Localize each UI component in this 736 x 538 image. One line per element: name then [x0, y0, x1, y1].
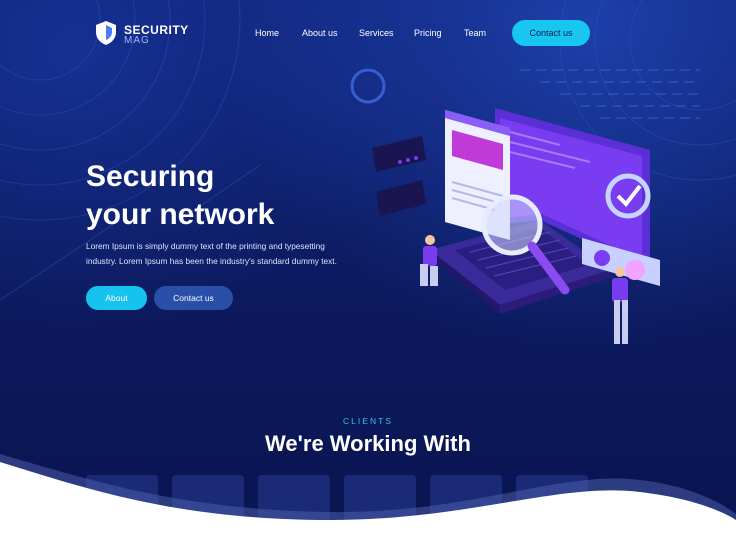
nav-team[interactable]: Team — [464, 28, 486, 38]
hero-description: Lorem Ipsum is simply dummy text of the … — [86, 241, 337, 266]
bottom-wave — [0, 454, 736, 538]
hero-title-line-2: your network — [86, 198, 275, 231]
person-seated — [420, 235, 438, 286]
nav-pricing[interactable]: Pricing — [414, 28, 442, 38]
person-standing — [612, 267, 628, 344]
nav-services[interactable]: Services — [359, 28, 394, 38]
hero-title: Securing your network — [86, 158, 366, 234]
brand-logo[interactable]: SECURITY MAG — [94, 20, 194, 48]
hero-title-line-1: Securing — [86, 160, 215, 193]
nav-about-us[interactable]: About us — [302, 28, 338, 38]
header-contact-button[interactable]: Contact us — [512, 20, 590, 46]
about-button[interactable]: About — [86, 286, 147, 310]
nav-home[interactable]: Home — [255, 28, 279, 38]
clients-eyebrow: CLIENTS — [343, 416, 393, 426]
contact-button[interactable]: Contact us — [154, 286, 233, 310]
security-illustration — [372, 108, 660, 344]
brand-subname: MAG — [124, 35, 150, 46]
shield-logo-icon — [96, 21, 116, 45]
landing-page: SECURITY MAG Home About us Services Pric… — [0, 0, 736, 538]
